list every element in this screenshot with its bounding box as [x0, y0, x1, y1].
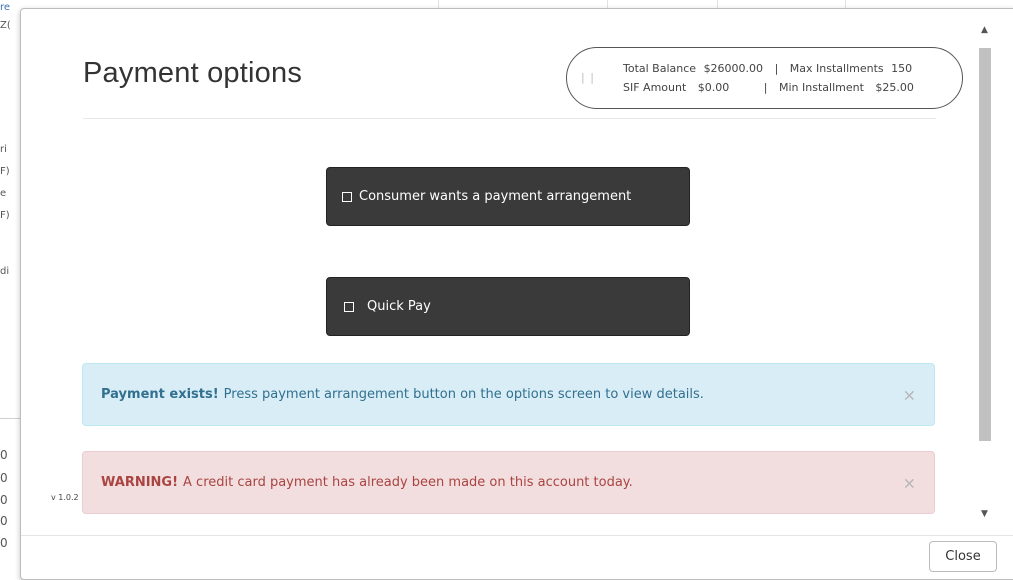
payment-arrangement-button[interactable]: Consumer wants a payment arrangement: [326, 167, 690, 226]
header-divider: [83, 118, 936, 119]
modal-body: Payment options | | Total Balance $26000…: [21, 9, 976, 535]
background-text-fragment: di: [0, 266, 10, 277]
payment-exists-alert: Payment exists! Press payment arrangemen…: [82, 363, 935, 426]
background-cell-fragment: 0: [0, 471, 8, 485]
summary-separator: |: [763, 81, 768, 94]
balance-summary-panel: | | Total Balance $26000.00 | Max Instal…: [566, 47, 963, 109]
background-cell-fragment: 0: [0, 448, 8, 462]
background-link-fragment: re: [0, 2, 11, 13]
sif-amount-value: $0.00: [697, 81, 730, 94]
checkbox-icon: [342, 191, 352, 202]
background-column-divider: [717, 0, 718, 8]
summary-separator: |: [774, 62, 779, 75]
close-icon[interactable]: ×: [903, 473, 916, 492]
alert-warning-text: A credit card payment has already been m…: [183, 475, 633, 490]
modal-scrollbar[interactable]: ▲ ▼: [976, 23, 993, 521]
background-cell-fragment: 0: [0, 536, 8, 550]
max-installments-value: 150: [891, 62, 913, 75]
background-text-fragment: F): [0, 166, 10, 177]
background-divider: [0, 418, 22, 419]
alert-warning-heading: WARNING!: [101, 475, 179, 490]
scroll-up-arrow-icon[interactable]: ▲: [976, 23, 993, 37]
close-icon[interactable]: ×: [903, 385, 916, 404]
scroll-down-arrow-icon[interactable]: ▼: [976, 507, 993, 521]
close-button[interactable]: Close: [929, 541, 997, 572]
min-installment-label: Min Installment: [779, 81, 864, 94]
version-label: v 1.0.2: [51, 493, 79, 502]
summary-row-1: Total Balance $26000.00 | Max Installmen…: [623, 62, 912, 75]
quick-pay-button-label: Quick Pay: [367, 299, 431, 314]
checkbox-icon: [344, 301, 354, 312]
payment-arrangement-button-label: Consumer wants a payment arrangement: [359, 189, 632, 204]
background-text-fragment: Z(: [0, 20, 11, 31]
payment-options-modal: Payment options | | Total Balance $26000…: [20, 8, 1013, 580]
background-cell-fragment: 0: [0, 493, 8, 507]
credit-card-warning-alert: WARNING! A credit card payment has alrea…: [82, 451, 935, 514]
summary-row-2: SIF Amount $0.00 | Min Installment $25.0…: [623, 81, 914, 94]
alert-info-text: Press payment arrangement button on the …: [223, 387, 704, 402]
total-balance-label: Total Balance: [623, 62, 697, 75]
total-balance-value: $26000.00: [703, 62, 764, 75]
modal-title: Payment options: [83, 57, 303, 89]
background-column-divider: [845, 0, 846, 8]
summary-bars-glyph: | |: [581, 71, 595, 84]
scrollbar-thumb[interactable]: [979, 48, 991, 441]
background-text-fragment: F): [0, 210, 10, 221]
quick-pay-button[interactable]: Quick Pay: [326, 277, 690, 336]
min-installment-value: $25.00: [875, 81, 914, 94]
max-installments-label: Max Installments: [789, 62, 884, 75]
background-column-divider: [607, 0, 608, 8]
background-cell-fragment: 0: [0, 514, 8, 528]
footer-divider: [21, 535, 1013, 536]
background-text-fragment: e: [0, 188, 7, 199]
alert-info-heading: Payment exists!: [101, 387, 219, 402]
background-text-fragment: ri: [0, 144, 7, 155]
sif-amount-label: SIF Amount: [623, 81, 687, 94]
background-column-divider: [438, 0, 439, 8]
